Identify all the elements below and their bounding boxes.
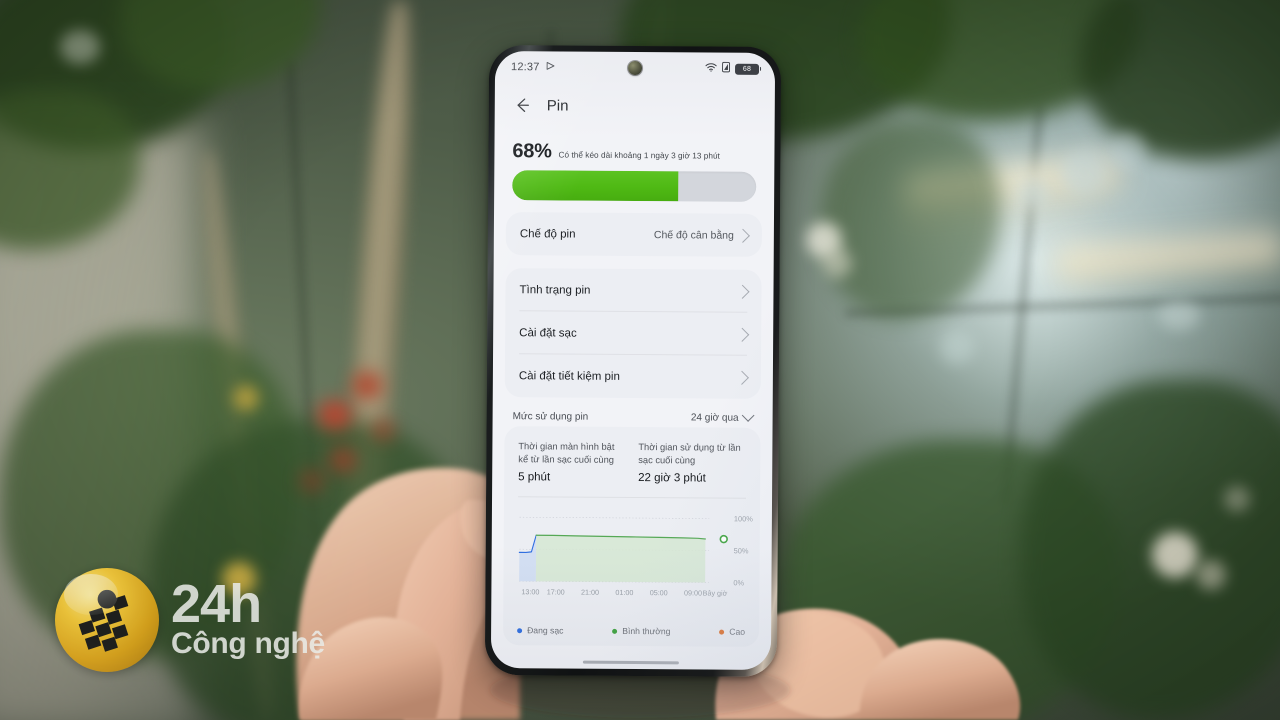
battery-percent: 68%	[512, 140, 552, 163]
row-battery-mode[interactable]: Chế độ pin Chế độ cân bằng	[506, 212, 762, 257]
wifi-icon	[705, 62, 717, 75]
battery-usage-chart: 0% 50% 100% 13:00 17:00 21:00 01:00 05:00 09:00 B…	[503, 497, 760, 620]
svg-text:100%: 100%	[734, 515, 753, 524]
legend-dot	[719, 629, 725, 635]
usage-card: Thời gian màn hình bật kể từ lần sạc cuố…	[503, 426, 761, 648]
watermark-brand: 24h	[171, 573, 262, 634]
stat-time-since-charge: Thời gian sử dụng từ lần sạc cuối cùng 2…	[638, 441, 746, 485]
status-bar: 12:37 68	[495, 51, 775, 85]
front-camera-punch-hole	[627, 60, 643, 76]
usage-time-range-label: 24 giờ qua	[690, 412, 739, 424]
cast-icon	[545, 60, 556, 74]
signal-icon	[722, 61, 731, 76]
svg-text:21:00: 21:00	[581, 588, 599, 597]
battery-progress-fill	[512, 170, 679, 202]
battery-summary: 68% Có thể kéo dài khoảng 1 ngày 3 giờ 1…	[506, 127, 762, 163]
row-battery-health[interactable]: Tình trạng pin	[505, 268, 761, 313]
status-bar-clock: 12:37	[511, 61, 540, 74]
svg-text:Bây giờ: Bây giờ	[703, 589, 728, 598]
stat-label: Thời gian màn hình bật kể từ lần sạc cuố…	[518, 441, 615, 466]
chart-legend: Đang sạc Bình thường Cao	[503, 618, 759, 647]
svg-text:01:00: 01:00	[615, 588, 633, 597]
chart-labels: 0% 50% 100% 13:00 17:00 21:00 01:00 05:00 09:00 B…	[521, 515, 753, 598]
chevron-right-icon	[734, 370, 749, 385]
svg-text:50%: 50%	[734, 547, 749, 556]
row-charging-settings[interactable]: Cài đặt sạc	[505, 311, 761, 356]
legend-item-charging: Đang sạc	[517, 626, 563, 636]
row-label: Cài đặt sạc	[519, 326, 577, 340]
svg-text:05:00: 05:00	[650, 588, 668, 597]
back-arrow-icon[interactable]	[513, 96, 531, 114]
stat-value: 5 phút	[518, 471, 551, 484]
battery-icon: 68	[735, 63, 760, 75]
chevron-right-icon	[735, 327, 750, 342]
chevron-right-icon	[735, 228, 750, 243]
row-label: Cài đặt tiết kiệm pin	[518, 369, 620, 383]
row-power-saving-settings[interactable]: Cài đặt tiết kiệm pin	[505, 354, 761, 399]
status-bar-left: 12:37	[511, 60, 556, 74]
legend-item-high: Cao	[719, 627, 745, 637]
watermark-subtitle: Công nghệ	[171, 627, 325, 661]
watermark-24h-congnghe: 24h Công nghệ	[55, 562, 355, 677]
chevron-right-icon	[735, 284, 750, 299]
smartphone: 12:37 68 Pin 68% Có thể kéo dài khoảng 1…	[484, 44, 782, 678]
legend-label: Cao	[729, 627, 746, 638]
home-indicator[interactable]	[582, 660, 679, 665]
row-value: Chế độ cân bằng	[653, 228, 734, 242]
stat-screen-on-time: Thời gian màn hình bật kể từ lần sạc cuố…	[518, 440, 626, 484]
chevron-down-icon	[741, 409, 755, 422]
legend-label: Bình thường	[622, 626, 671, 637]
battery-mode-card: Chế độ pin Chế độ cân bằng	[505, 212, 763, 257]
usage-stats: Thời gian màn hình bật kể từ lần sạc cuố…	[504, 426, 760, 498]
battery-level-text: 68	[742, 65, 752, 73]
app-bar: Pin	[495, 83, 775, 129]
usage-time-range-selector[interactable]: 24 giờ qua	[690, 409, 755, 424]
row-label: Tình trạng pin	[519, 283, 591, 297]
battery-menu-card: Tình trạng pin Cài đặt sạc Cài đặt tiết …	[504, 268, 762, 399]
svg-text:0%: 0%	[733, 579, 744, 588]
battery-progress-bar	[512, 170, 757, 202]
status-bar-right: 68	[705, 61, 760, 76]
svg-text:09:00: 09:00	[684, 589, 702, 598]
row-label: Chế độ pin	[519, 227, 576, 241]
legend-dot	[612, 628, 618, 634]
battery-estimate-text: Có thể kéo dài khoảng 1 ngày 3 giờ 13 ph…	[558, 150, 720, 161]
svg-text:13:00: 13:00	[521, 588, 539, 597]
stat-value: 22 giờ 3 phút	[638, 472, 706, 485]
phone-screen[interactable]: 12:37 68 Pin 68% Có thể kéo dài khoảng 1…	[490, 51, 776, 670]
legend-item-normal: Bình thường	[612, 626, 671, 637]
svg-text:17:00: 17:00	[547, 588, 565, 597]
legend-dot	[517, 628, 523, 634]
legend-label: Đang sạc	[527, 625, 564, 636]
watermark-text: 24h Công nghệ	[171, 573, 325, 661]
page-title: Pin	[546, 96, 569, 115]
usage-section-title: Mức sử dụng pin	[512, 411, 589, 423]
stat-label: Thời gian sử dụng từ lần sạc cuối cùng	[638, 442, 741, 466]
24h-logo-icon	[55, 567, 159, 672]
usage-section-header: Mức sử dụng pin 24 giờ qua	[505, 397, 761, 428]
battery-settings-content: 68% Có thể kéo dài khoảng 1 ngày 3 giờ 1…	[491, 127, 775, 648]
